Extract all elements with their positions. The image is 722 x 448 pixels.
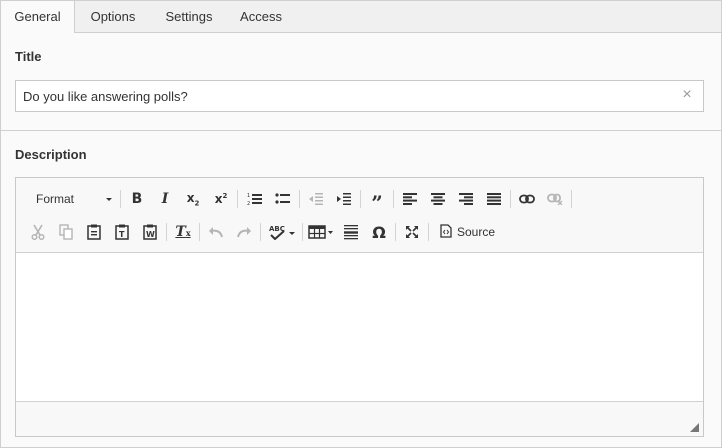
toolbar-separator	[360, 190, 361, 208]
svg-text:W: W	[146, 230, 155, 239]
source-icon	[440, 223, 452, 241]
toolbar-separator	[571, 190, 572, 208]
spellcheck-icon[interactable]: ABC	[266, 220, 298, 244]
link-icon[interactable]	[515, 187, 539, 211]
title-input[interactable]	[15, 80, 704, 112]
toolbar-separator	[166, 223, 167, 241]
toolbar-separator	[510, 190, 511, 208]
toolbar-separator	[299, 190, 300, 208]
maximize-icon[interactable]	[400, 220, 424, 244]
toolbar-separator	[395, 223, 396, 241]
description-section: Description Format B I x2 x2 12 ” T W Tx…	[0, 131, 722, 448]
toolbar-separator	[428, 223, 429, 241]
cut-icon[interactable]	[26, 220, 50, 244]
tab-access[interactable]: Access	[227, 1, 295, 33]
undo-icon[interactable]	[204, 220, 228, 244]
paste-word-icon[interactable]: W	[138, 220, 162, 244]
table-icon[interactable]	[307, 220, 335, 244]
editor-footer	[16, 401, 703, 436]
indent-icon[interactable]	[332, 187, 356, 211]
remove-format-icon[interactable]: Tx	[171, 220, 195, 244]
editor-content-area[interactable]	[16, 254, 703, 401]
italic-icon[interactable]: I	[153, 187, 177, 211]
title-label: Title	[15, 49, 42, 64]
toolbar-separator	[302, 223, 303, 241]
bold-icon[interactable]: B	[125, 187, 149, 211]
justify-icon[interactable]	[482, 187, 506, 211]
redo-icon[interactable]	[232, 220, 256, 244]
special-char-icon[interactable]: Ω	[367, 220, 391, 244]
resize-handle-icon[interactable]	[690, 423, 699, 432]
blockquote-icon[interactable]: ”	[365, 187, 389, 215]
outdent-icon[interactable]	[304, 187, 328, 211]
numbered-list-icon[interactable]: 12	[243, 187, 267, 211]
tab-bar: General Options Settings Access	[0, 0, 722, 34]
toolbar-separator	[199, 223, 200, 241]
close-icon[interactable]: ×	[680, 87, 694, 103]
tab-settings[interactable]: Settings	[151, 1, 227, 33]
source-label: Source	[457, 225, 496, 239]
align-left-icon[interactable]	[398, 187, 422, 211]
title-section: Title ×	[0, 33, 722, 131]
description-label: Description	[15, 147, 87, 162]
rich-text-editor: Format B I x2 x2 12 ” T W Tx ABC Ω Sourc…	[15, 177, 704, 437]
toolbar-separator	[260, 223, 261, 241]
format-dropdown[interactable]: Format	[24, 187, 118, 211]
horizontal-line-icon[interactable]	[339, 220, 363, 244]
align-right-icon[interactable]	[454, 187, 478, 211]
superscript-icon[interactable]: x2	[209, 187, 233, 211]
tab-options[interactable]: Options	[75, 1, 151, 33]
subscript-icon[interactable]: x2	[181, 187, 205, 211]
chevron-down-icon	[106, 198, 112, 201]
toolbar-separator	[237, 190, 238, 208]
format-label: Format	[36, 192, 75, 206]
svg-text:1: 1	[247, 193, 250, 199]
tab-general[interactable]: General	[1, 1, 75, 34]
copy-icon[interactable]	[54, 220, 78, 244]
editor-toolbar: Format B I x2 x2 12 ” T W Tx ABC Ω Sourc…	[16, 178, 703, 253]
source-button[interactable]: Source	[436, 220, 499, 244]
svg-text:2: 2	[247, 201, 250, 206]
paste-icon[interactable]	[82, 220, 106, 244]
toolbar-separator	[120, 190, 121, 208]
svg-text:T: T	[119, 230, 125, 239]
unlink-icon[interactable]	[543, 187, 567, 211]
align-center-icon[interactable]	[426, 187, 450, 211]
bulleted-list-icon[interactable]	[271, 187, 295, 211]
paste-text-icon[interactable]: T	[110, 220, 134, 244]
toolbar-separator	[393, 190, 394, 208]
